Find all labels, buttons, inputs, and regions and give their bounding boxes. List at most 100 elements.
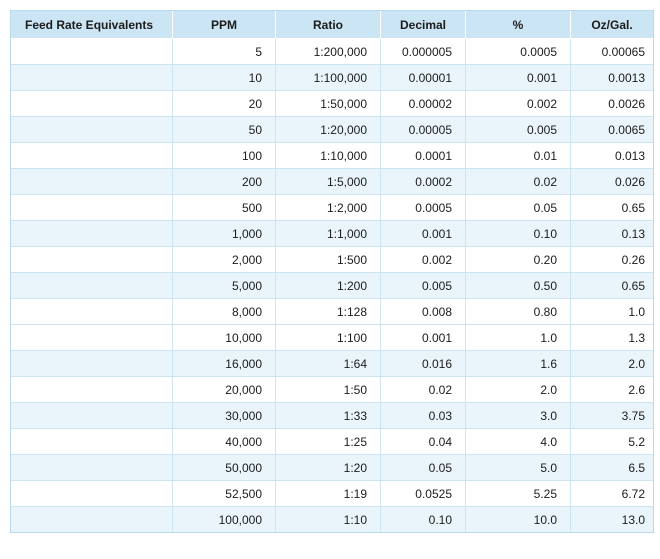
cell-ratio: 1:1,000 [276, 221, 381, 247]
cell-decimal: 0.05 [381, 455, 466, 481]
cell-percent: 1.6 [466, 351, 571, 377]
cell-percent: 0.02 [466, 169, 571, 195]
cell-percent: 0.005 [466, 117, 571, 143]
cell-ozgal: 0.65 [571, 195, 653, 221]
cell-percent: 5.0 [466, 455, 571, 481]
table-row: 200 1:5,000 0.0002 0.02 0.026 [11, 169, 653, 195]
cell-ratio: 1:50,000 [276, 91, 381, 117]
cell-ppm: 20,000 [173, 377, 276, 403]
cell-ppm: 30,000 [173, 403, 276, 429]
cell-ozgal: 0.0065 [571, 117, 653, 143]
cell-percent: 0.01 [466, 143, 571, 169]
column-header-decimal: Decimal [381, 11, 466, 39]
header-row: Feed Rate Equivalents PPM Ratio Decimal … [11, 11, 653, 39]
cell-decimal: 0.0525 [381, 481, 466, 507]
cell-ppm: 1,000 [173, 221, 276, 247]
cell-ozgal: 0.013 [571, 143, 653, 169]
cell-ppm: 20 [173, 91, 276, 117]
cell-ozgal: 3.75 [571, 403, 653, 429]
cell-decimal: 0.002 [381, 247, 466, 273]
cell-label [11, 377, 173, 403]
cell-label [11, 429, 173, 455]
table-row: 40,000 1:25 0.04 4.0 5.2 [11, 429, 653, 455]
cell-label [11, 273, 173, 299]
cell-percent: 0.10 [466, 221, 571, 247]
table-row: 500 1:2,000 0.0005 0.05 0.65 [11, 195, 653, 221]
cell-ratio: 1:19 [276, 481, 381, 507]
cell-percent: 0.80 [466, 299, 571, 325]
cell-label [11, 351, 173, 377]
cell-decimal: 0.008 [381, 299, 466, 325]
cell-ozgal: 0.26 [571, 247, 653, 273]
cell-decimal: 0.00005 [381, 117, 466, 143]
cell-ppm: 2,000 [173, 247, 276, 273]
cell-ozgal: 6.5 [571, 455, 653, 481]
cell-ppm: 10 [173, 65, 276, 91]
cell-ozgal: 5.2 [571, 429, 653, 455]
cell-label [11, 507, 173, 532]
cell-ratio: 1:200 [276, 273, 381, 299]
cell-percent: 0.20 [466, 247, 571, 273]
column-header-ozgal: Oz/Gal. [571, 11, 653, 39]
cell-ppm: 8,000 [173, 299, 276, 325]
cell-decimal: 0.0002 [381, 169, 466, 195]
cell-decimal: 0.000005 [381, 39, 466, 65]
cell-percent: 4.0 [466, 429, 571, 455]
table-row: 50 1:20,000 0.00005 0.005 0.0065 [11, 117, 653, 143]
cell-ppm: 50,000 [173, 455, 276, 481]
cell-ozgal: 0.0026 [571, 91, 653, 117]
cell-ratio: 1:20,000 [276, 117, 381, 143]
cell-decimal: 0.00002 [381, 91, 466, 117]
cell-ratio: 1:2,000 [276, 195, 381, 221]
cell-ppm: 5,000 [173, 273, 276, 299]
table-body: 5 1:200,000 0.000005 0.0005 0.00065 10 1:100,0… [11, 39, 653, 532]
cell-ratio: 1:100,000 [276, 65, 381, 91]
cell-decimal: 0.0001 [381, 143, 466, 169]
table-row: 10,000 1:100 0.001 1.0 1.3 [11, 325, 653, 351]
cell-ratio: 1:100 [276, 325, 381, 351]
cell-ratio: 1:500 [276, 247, 381, 273]
table-row: 8,000 1:128 0.008 0.80 1.0 [11, 299, 653, 325]
cell-decimal: 0.001 [381, 325, 466, 351]
cell-ratio: 1:50 [276, 377, 381, 403]
column-header-title: Feed Rate Equivalents [11, 11, 173, 39]
cell-decimal: 0.00001 [381, 65, 466, 91]
cell-ratio: 1:128 [276, 299, 381, 325]
cell-ppm: 40,000 [173, 429, 276, 455]
feed-rate-equivalents-table: Feed Rate Equivalents PPM Ratio Decimal … [10, 10, 654, 533]
cell-label [11, 169, 173, 195]
cell-percent: 0.05 [466, 195, 571, 221]
cell-decimal: 0.04 [381, 429, 466, 455]
column-header-percent: % [466, 11, 571, 39]
cell-ppm: 100,000 [173, 507, 276, 532]
table-row: 100 1:10,000 0.0001 0.01 0.013 [11, 143, 653, 169]
cell-label [11, 195, 173, 221]
cell-label [11, 39, 173, 65]
cell-ppm: 16,000 [173, 351, 276, 377]
cell-ratio: 1:200,000 [276, 39, 381, 65]
cell-decimal: 0.02 [381, 377, 466, 403]
table-row: 16,000 1:64 0.016 1.6 2.0 [11, 351, 653, 377]
cell-ratio: 1:20 [276, 455, 381, 481]
cell-percent: 5.25 [466, 481, 571, 507]
cell-ppm: 50 [173, 117, 276, 143]
cell-decimal: 0.0005 [381, 195, 466, 221]
cell-percent: 3.0 [466, 403, 571, 429]
cell-label [11, 299, 173, 325]
cell-ozgal: 1.0 [571, 299, 653, 325]
cell-ozgal: 6.72 [571, 481, 653, 507]
cell-ozgal: 2.6 [571, 377, 653, 403]
cell-ratio: 1:64 [276, 351, 381, 377]
column-header-ratio: Ratio [276, 11, 381, 39]
table-row: 5,000 1:200 0.005 0.50 0.65 [11, 273, 653, 299]
cell-label [11, 143, 173, 169]
cell-percent: 0.001 [466, 65, 571, 91]
table-row: 30,000 1:33 0.03 3.0 3.75 [11, 403, 653, 429]
cell-decimal: 0.03 [381, 403, 466, 429]
cell-ppm: 100 [173, 143, 276, 169]
cell-decimal: 0.016 [381, 351, 466, 377]
cell-label [11, 455, 173, 481]
cell-label [11, 403, 173, 429]
cell-percent: 0.50 [466, 273, 571, 299]
cell-ratio: 1:5,000 [276, 169, 381, 195]
